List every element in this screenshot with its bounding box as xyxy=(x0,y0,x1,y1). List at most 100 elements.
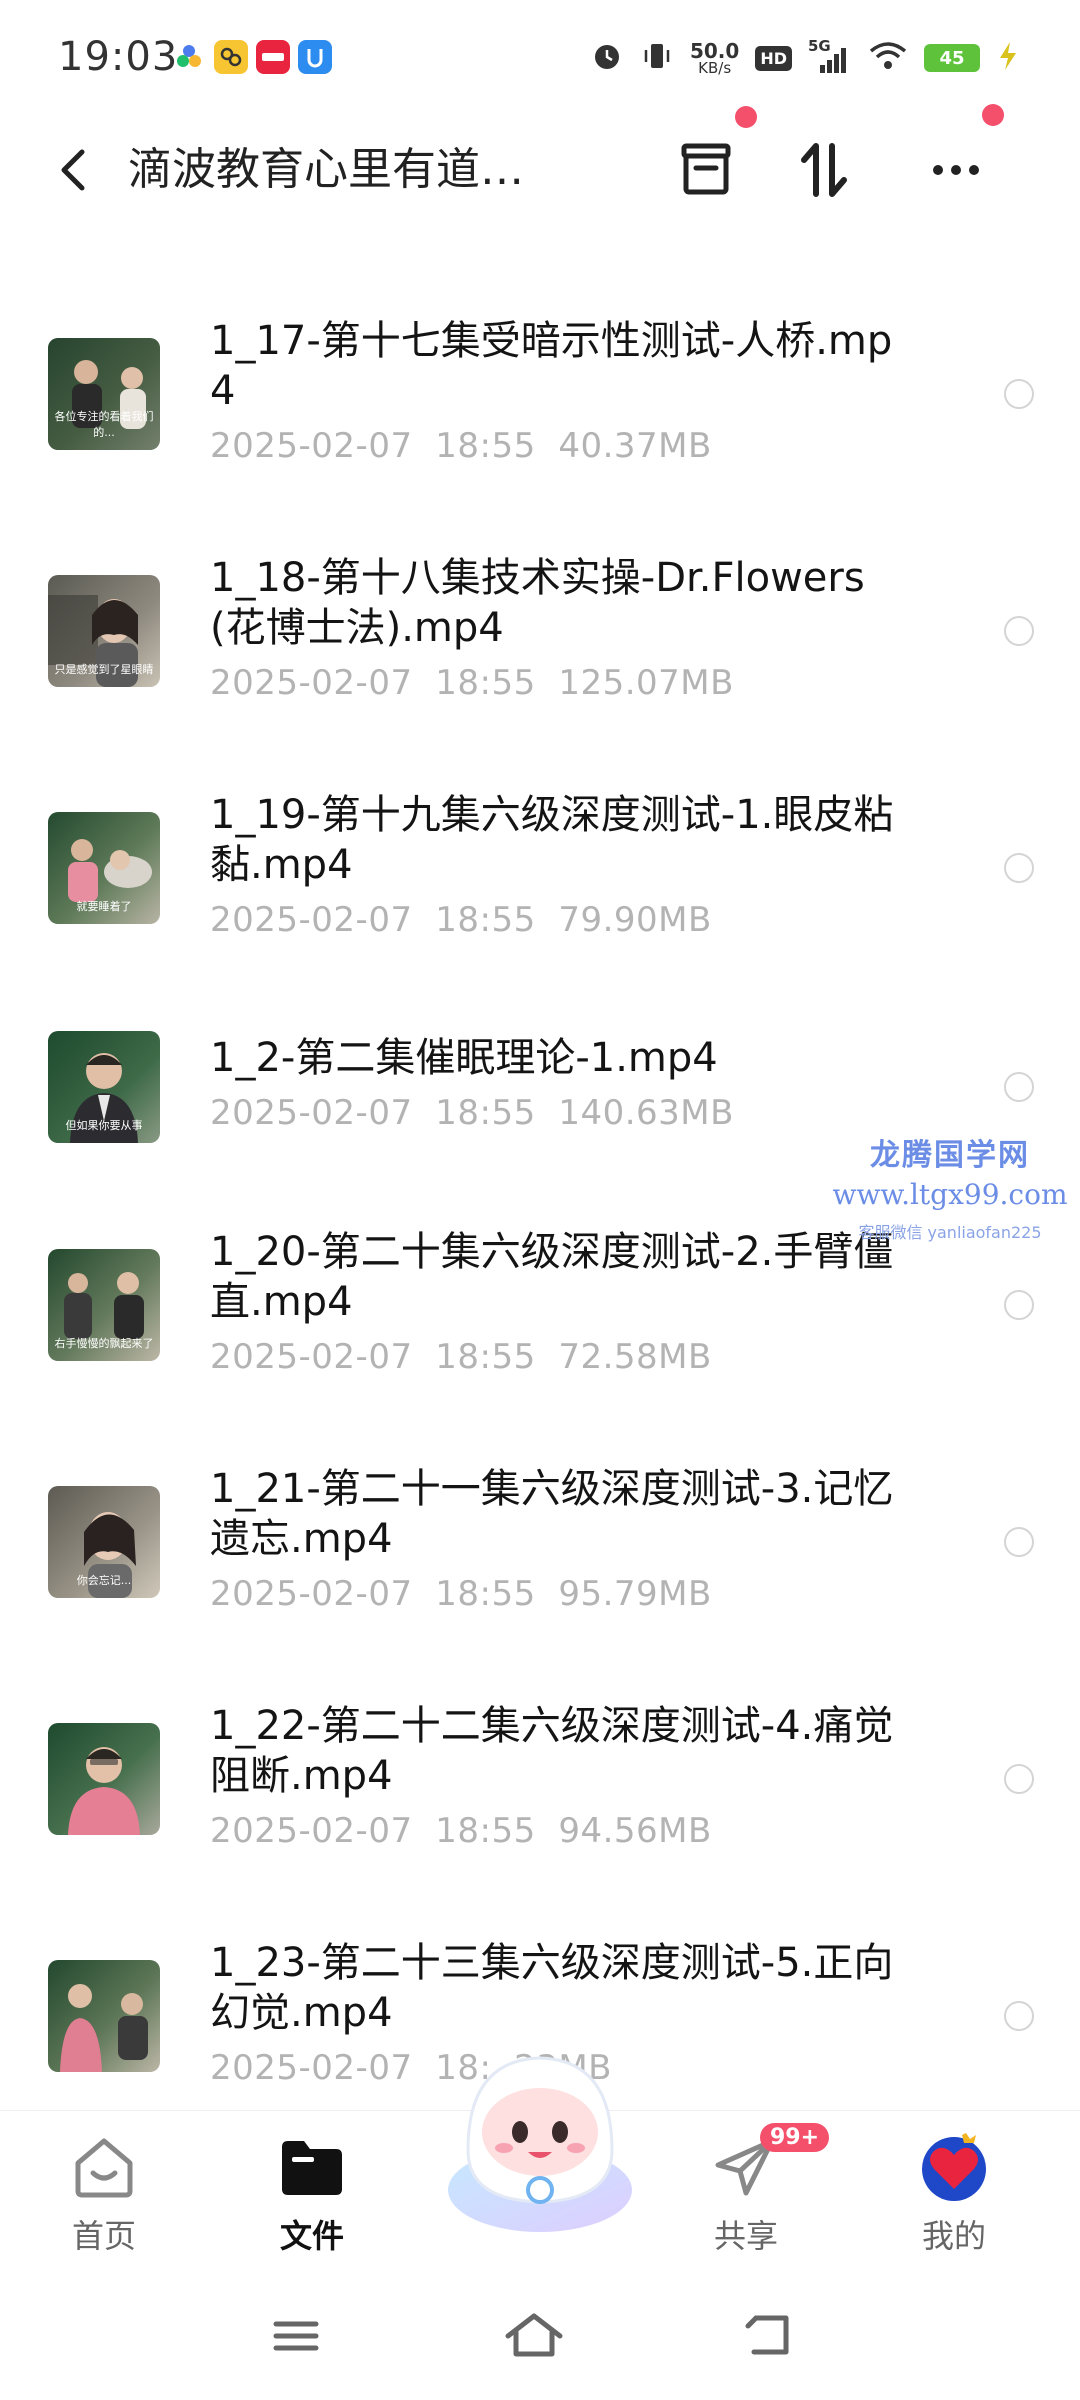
sort-button[interactable] xyxy=(786,132,862,208)
wifi-icon xyxy=(868,39,908,77)
back-arrow-icon xyxy=(745,2315,789,2355)
file-size: 95.79MB xyxy=(558,1574,712,1614)
status-indicators: 50.0 KB/s HD 5G 45 xyxy=(590,37,1020,78)
alarm-icon xyxy=(590,39,624,77)
select-radio[interactable] xyxy=(1004,1527,1034,1557)
thumbnail-caption: 但如果你要从事 xyxy=(65,1119,143,1132)
back-nav-button[interactable] xyxy=(738,2308,802,2364)
menu-icon xyxy=(273,2321,319,2351)
signal-icon: 5G xyxy=(808,37,852,75)
thumbnail-caption: 你会忘记... xyxy=(76,1574,132,1587)
more-icon xyxy=(933,165,979,175)
heart-avatar-icon xyxy=(918,2131,990,2203)
charging-icon xyxy=(996,39,1020,77)
nav-label: 我的 xyxy=(921,2217,986,2255)
file-date: 2025-02-07 xyxy=(210,2048,413,2088)
mascot-icon xyxy=(448,2056,632,2232)
file-row[interactable]: 各位专注的看着我们的... 1_17-第十七集受暗示性测试-人桥.mp4 202… xyxy=(0,300,1080,537)
file-row[interactable]: 1_22-第二十二集六级深度测试-4.痛觉阻断.mp4 2025-02-07 1… xyxy=(0,1685,1080,1922)
file-name: 1_22-第二十二集六级深度测试-4.痛觉阻断.mp4 xyxy=(210,1703,894,1799)
select-radio[interactable] xyxy=(1004,1764,1034,1794)
file-time: 18:55 xyxy=(435,1337,536,1377)
file-name: 1_23-第二十三集六级深度测试-5.正向幻觉.mp4 xyxy=(210,1940,894,2036)
back-button[interactable] xyxy=(50,140,100,200)
file-date: 2025-02-07 xyxy=(210,1093,413,1133)
file-time: 18:55 xyxy=(435,663,536,703)
notification-dot xyxy=(982,104,1004,126)
nav-share[interactable]: 99+ 共享 xyxy=(676,2123,830,2261)
file-meta: 2025-02-07 18:55 40.37MB xyxy=(210,426,712,466)
thumbnail-caption: 只是感觉到了星眼睛 xyxy=(54,663,154,676)
video-thumbnail: 就要睡着了 xyxy=(48,812,160,924)
video-thumbnail xyxy=(48,1723,160,1835)
hd-badge: HD xyxy=(755,45,792,71)
watermark-url: www.ltgx99.com xyxy=(832,1178,1068,1211)
home-button[interactable] xyxy=(502,2308,566,2364)
nav-label: 共享 xyxy=(713,2217,778,2255)
app-notification-icon xyxy=(214,40,248,74)
file-meta: 2025-02-07 18:55 125.07MB xyxy=(210,663,734,703)
home-outline-icon xyxy=(505,2313,563,2357)
file-row[interactable]: 右手慢慢的飘起来了 1_20-第二十集六级深度测试-2.手臂僵直.mp4 202… xyxy=(0,1211,1080,1448)
file-name: 1_2-第二集催眠理论-1.mp4 xyxy=(210,1035,718,1081)
file-row[interactable]: 只是感觉到了星眼睛 1_18-第十八集技术实操-Dr.Flowers(花博士法)… xyxy=(0,537,1080,774)
file-date: 2025-02-07 xyxy=(210,1574,413,1614)
vibrate-icon xyxy=(640,39,674,77)
app-notification-icon xyxy=(298,40,332,74)
nav-home[interactable]: 首页 xyxy=(34,2131,174,2261)
file-name: 1_20-第二十集六级深度测试-2.手臂僵直.mp4 xyxy=(210,1229,894,1325)
watermark-contact: 客服微信 yanliaofan225 xyxy=(858,1223,1042,1242)
file-size: 40.37MB xyxy=(558,426,712,466)
file-meta: 2025-02-07 18:55 72.58MB xyxy=(210,1337,712,1377)
file-name: 1_19-第十九集六级深度测试-1.眼皮粘黏.mp4 xyxy=(210,792,894,888)
select-radio[interactable] xyxy=(1004,379,1034,409)
notification-badge: 99+ xyxy=(760,2123,830,2152)
select-radio[interactable] xyxy=(1004,616,1034,646)
video-thumbnail: 右手慢慢的飘起来了 xyxy=(48,1249,160,1361)
video-thumbnail: 只是感觉到了星眼睛 xyxy=(48,575,160,687)
folder-title: 滴波教育心里有道… xyxy=(128,144,524,195)
video-thumbnail xyxy=(48,1960,160,2072)
status-bar: 19:03 50.0 KB/s HD 5G 45 xyxy=(0,0,1080,110)
watermark: 龙腾国学网 www.ltgx99.com 客服微信 yanliaofan225 xyxy=(820,1130,1080,1243)
select-radio[interactable] xyxy=(1004,1290,1034,1320)
file-meta: 2025-02-07 18:55 140.63MB xyxy=(210,1093,734,1133)
app-notification-icon xyxy=(172,40,206,74)
file-date: 2025-02-07 xyxy=(210,426,413,466)
watermark-title: 龙腾国学网 xyxy=(870,1138,1030,1173)
archive-button[interactable] xyxy=(668,132,744,208)
file-name: 1_21-第二十一集六级深度测试-3.记忆遗忘.mp4 xyxy=(210,1466,894,1562)
file-date: 2025-02-07 xyxy=(210,663,413,703)
video-thumbnail: 各位专注的看着我们的... xyxy=(48,338,160,450)
file-date: 2025-02-07 xyxy=(210,900,413,940)
video-thumbnail: 你会忘记... xyxy=(48,1486,160,1598)
assistant-mascot-button[interactable] xyxy=(428,2040,652,2240)
thumbnail-caption: 就要睡着了 xyxy=(76,900,132,913)
file-time: 18:55 xyxy=(435,900,536,940)
file-time: 18:55 xyxy=(435,1811,536,1851)
file-size: 72.58MB xyxy=(558,1337,712,1377)
status-time: 19:03 xyxy=(58,34,179,80)
battery-indicator: 45 xyxy=(924,44,980,72)
paper-plane-icon: 99+ xyxy=(710,2123,830,2203)
recent-apps-button[interactable] xyxy=(264,2308,328,2364)
file-time: 18:55 xyxy=(435,1093,536,1133)
network-speed-value: 50.0 xyxy=(689,38,740,63)
top-app-bar: 滴波教育心里有道… xyxy=(0,104,1080,230)
home-icon xyxy=(68,2131,140,2203)
file-row[interactable]: 你会忘记... 1_21-第二十一集六级深度测试-3.记忆遗忘.mp4 2025… xyxy=(0,1448,1080,1685)
select-radio[interactable] xyxy=(1004,2001,1034,2031)
more-button[interactable] xyxy=(918,132,994,208)
nav-files[interactable]: 文件 xyxy=(242,2131,382,2261)
file-meta: 2025-02-07 18:55 94.56MB xyxy=(210,1811,712,1851)
file-time: 18:55 xyxy=(435,426,536,466)
select-radio[interactable] xyxy=(1004,1072,1034,1102)
nav-profile[interactable]: 我的 xyxy=(884,2131,1024,2261)
file-date: 2025-02-07 xyxy=(210,1811,413,1851)
select-radio[interactable] xyxy=(1004,853,1034,883)
archive-icon xyxy=(681,143,731,195)
file-size: 94.56MB xyxy=(558,1811,712,1851)
file-date: 2025-02-07 xyxy=(210,1337,413,1377)
file-row[interactable]: 就要睡着了 1_19-第十九集六级深度测试-1.眼皮粘黏.mp4 2025-02… xyxy=(0,774,1080,1011)
network-speed-unit: KB/s xyxy=(698,58,732,77)
